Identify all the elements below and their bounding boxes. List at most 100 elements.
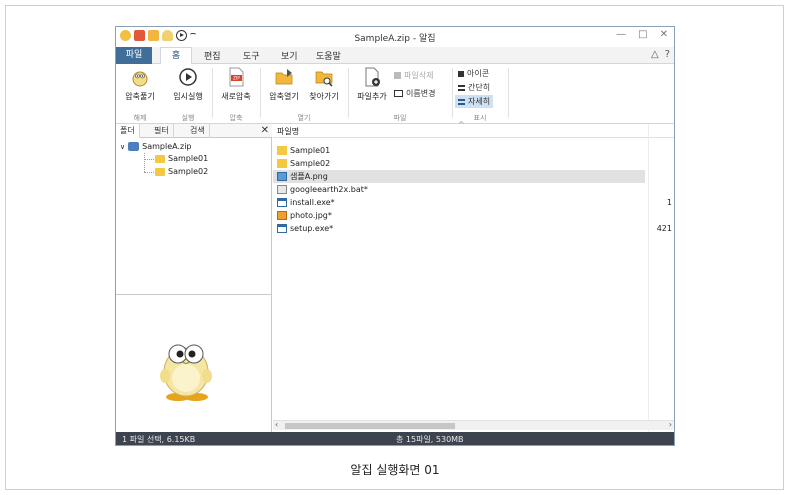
file-size: 1 xyxy=(666,198,672,207)
close-panel-icon[interactable]: ✕ xyxy=(261,124,269,137)
rename-label: 이름변경 xyxy=(406,89,436,98)
ribbon-separator xyxy=(452,68,453,118)
left-panel-tabs: 폴더 필터 검색 ✕ xyxy=(116,124,272,138)
tree-item-label: Sample01 xyxy=(168,154,209,163)
list-item-selected[interactable]: 샘플A.png xyxy=(273,170,645,183)
file-name: setup.exe* xyxy=(290,224,334,233)
extract-label: 압축풀기 xyxy=(125,92,155,101)
tree-item-sample01[interactable]: Sample01 xyxy=(155,154,208,163)
tab-help[interactable]: 도움말 xyxy=(316,49,341,62)
temp-run-label: 임시실행 xyxy=(173,92,203,101)
alzip-mascot-icon xyxy=(156,334,216,404)
list-item[interactable]: Sample01 xyxy=(273,144,645,157)
tab-home[interactable]: 홈 xyxy=(160,47,192,65)
batch-file-icon xyxy=(277,185,287,194)
file-list-panel: 파일명 ^ Sample01 Sample02 샘플A.png googleea… xyxy=(273,120,674,432)
group-label: 해제 xyxy=(133,114,147,122)
folder-icon xyxy=(277,159,287,168)
view-icon-label: 아이콘 xyxy=(467,69,490,78)
extract-icon xyxy=(130,67,150,87)
zip-file-icon: ZIP xyxy=(226,67,246,87)
ribbon: 압축풀기 임시실행 ZIP 새로압축 압축열기 찾아가기 파일추가 파일삭제 이… xyxy=(116,64,674,124)
list-item[interactable]: Sample02 xyxy=(273,157,645,170)
delete-file-button[interactable]: 파일삭제 xyxy=(394,70,433,81)
tab-search[interactable]: 검색 xyxy=(186,124,210,138)
file-name: Sample01 xyxy=(290,146,331,155)
title-bar: SampleA.zip - 알집 — □ ✕ xyxy=(116,27,674,47)
list-view-icon xyxy=(458,84,465,91)
window-controls: — □ ✕ xyxy=(616,29,668,40)
scroll-left-icon[interactable]: ‹ xyxy=(275,420,278,429)
view-detail-label: 자세히 xyxy=(468,97,491,106)
file-list-header: 파일명 ^ xyxy=(273,120,674,432)
open-archive-button[interactable]: 압축열기 xyxy=(264,67,304,102)
status-bar: 1 파일 선택, 6.15KB 총 15파일, 530MB xyxy=(116,432,674,445)
chevron-down-icon[interactable]: ∨ xyxy=(120,143,125,151)
tab-filter[interactable]: 필터 xyxy=(150,124,174,138)
folder-tree: ∨ SampleA.zip Sample01 Sample02 xyxy=(120,142,270,292)
tree-item-label: Sample02 xyxy=(168,167,209,176)
detail-view-icon xyxy=(458,98,465,105)
temp-run-button[interactable]: 임시실행 xyxy=(168,67,208,102)
tab-view[interactable]: 보기 xyxy=(281,49,298,62)
view-icon-button[interactable]: 아이콘 xyxy=(458,68,489,79)
find-button[interactable]: 찾아가기 xyxy=(304,67,344,102)
column-divider[interactable] xyxy=(648,124,649,432)
horizontal-scrollbar[interactable]: ‹ › xyxy=(273,420,674,430)
svg-text:ZIP: ZIP xyxy=(233,76,240,81)
ribbon-separator xyxy=(348,68,349,118)
exe-file-icon xyxy=(277,224,287,233)
figure-caption: 알집 실행화면 01 xyxy=(350,463,440,477)
open-folder-icon xyxy=(274,67,294,87)
file-name: 샘플A.png xyxy=(290,172,328,181)
photo-file-icon xyxy=(277,211,287,220)
add-file-icon xyxy=(362,67,382,87)
exe-file-icon xyxy=(277,198,287,207)
left-panel: 폴더 필터 검색 ✕ ∨ SampleA.zip Sample01 Sample… xyxy=(116,124,272,432)
scroll-right-icon[interactable]: › xyxy=(669,420,672,429)
open-archive-label: 압축열기 xyxy=(269,92,299,101)
file-size: 421 xyxy=(656,224,672,233)
group-label: 파일 xyxy=(393,114,407,122)
sort-ascending-icon: ^ xyxy=(458,120,465,129)
tree-line xyxy=(144,153,145,172)
tab-tools[interactable]: 도구 xyxy=(243,49,260,62)
rename-button[interactable]: 이름변경 xyxy=(394,88,435,99)
tab-folder[interactable]: 폴더 xyxy=(116,124,140,138)
ribbon-separator xyxy=(212,68,213,118)
group-label: 열기 xyxy=(297,114,311,122)
minimize-button[interactable]: — xyxy=(616,29,626,40)
file-name: photo.jpg* xyxy=(290,211,332,220)
tree-root[interactable]: ∨ SampleA.zip xyxy=(120,142,192,151)
ribbon-right-controls: △ ? xyxy=(651,49,670,60)
selection-status: 1 파일 선택, 6.15KB xyxy=(122,435,196,444)
collapse-ribbon-icon[interactable]: △ xyxy=(651,49,659,60)
folder-icon xyxy=(155,154,165,163)
close-button[interactable]: ✕ xyxy=(660,29,668,40)
scrollbar-thumb[interactable] xyxy=(285,423,455,429)
tree-line xyxy=(144,172,154,173)
tree-item-sample02[interactable]: Sample02 xyxy=(155,167,208,176)
list-item[interactable]: photo.jpg* xyxy=(273,209,645,222)
extract-button[interactable]: 압축풀기 xyxy=(120,67,160,102)
view-simple-button[interactable]: 간단히 xyxy=(458,82,490,93)
list-item[interactable]: install.exe* xyxy=(273,196,645,209)
file-name: Sample02 xyxy=(290,159,331,168)
left-panel-divider xyxy=(116,294,272,295)
tab-file[interactable]: 파일 xyxy=(116,47,152,64)
file-name: googleearth2x.bat* xyxy=(290,185,368,194)
list-item[interactable]: googleearth2x.bat* xyxy=(273,183,645,196)
new-archive-button[interactable]: ZIP 새로압축 xyxy=(216,67,256,102)
add-file-button[interactable]: 파일추가 xyxy=(352,67,392,102)
view-detail-button[interactable]: 자세히 xyxy=(455,95,494,108)
column-header-name[interactable]: 파일명 xyxy=(277,126,299,137)
maximize-button[interactable]: □ xyxy=(638,29,647,40)
icon-view-icon xyxy=(458,70,464,77)
list-item[interactable]: setup.exe* xyxy=(273,222,645,235)
ribbon-separator xyxy=(260,68,261,118)
add-file-label: 파일추가 xyxy=(357,92,387,101)
delete-file-label: 파일삭제 xyxy=(404,71,434,80)
help-icon[interactable]: ? xyxy=(665,49,670,60)
play-circle-icon xyxy=(178,67,198,87)
tab-edit[interactable]: 편집 xyxy=(204,49,221,62)
